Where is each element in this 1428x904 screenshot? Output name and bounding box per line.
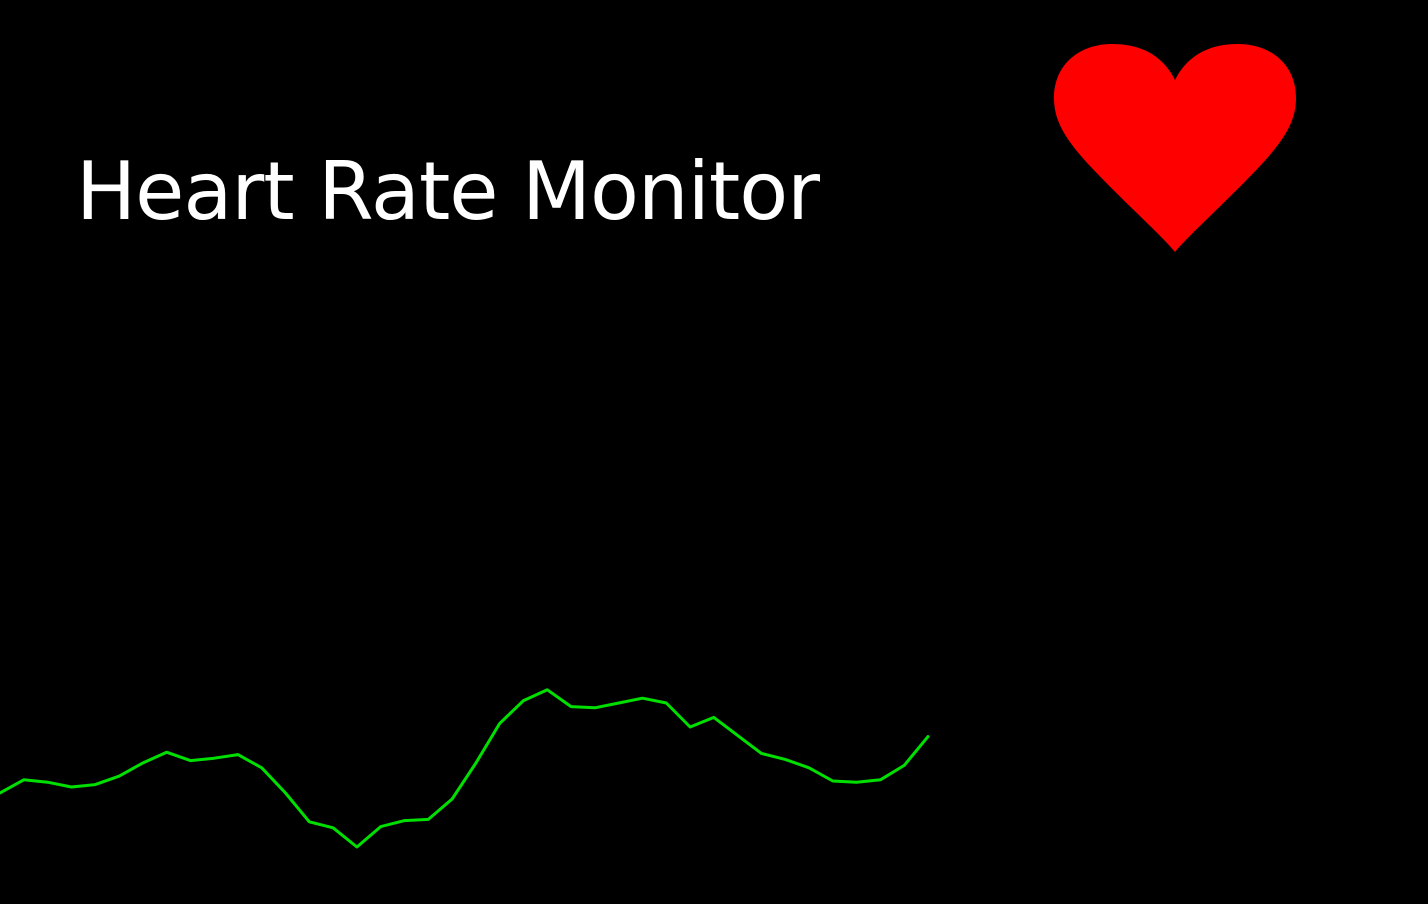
heart-icon xyxy=(1054,44,1296,252)
heart-rate-trace-line xyxy=(0,688,930,849)
monitor-screen: Heart Rate Monitor xyxy=(0,0,1428,904)
heart-shape xyxy=(1054,44,1296,252)
page-title: Heart Rate Monitor xyxy=(76,145,820,238)
